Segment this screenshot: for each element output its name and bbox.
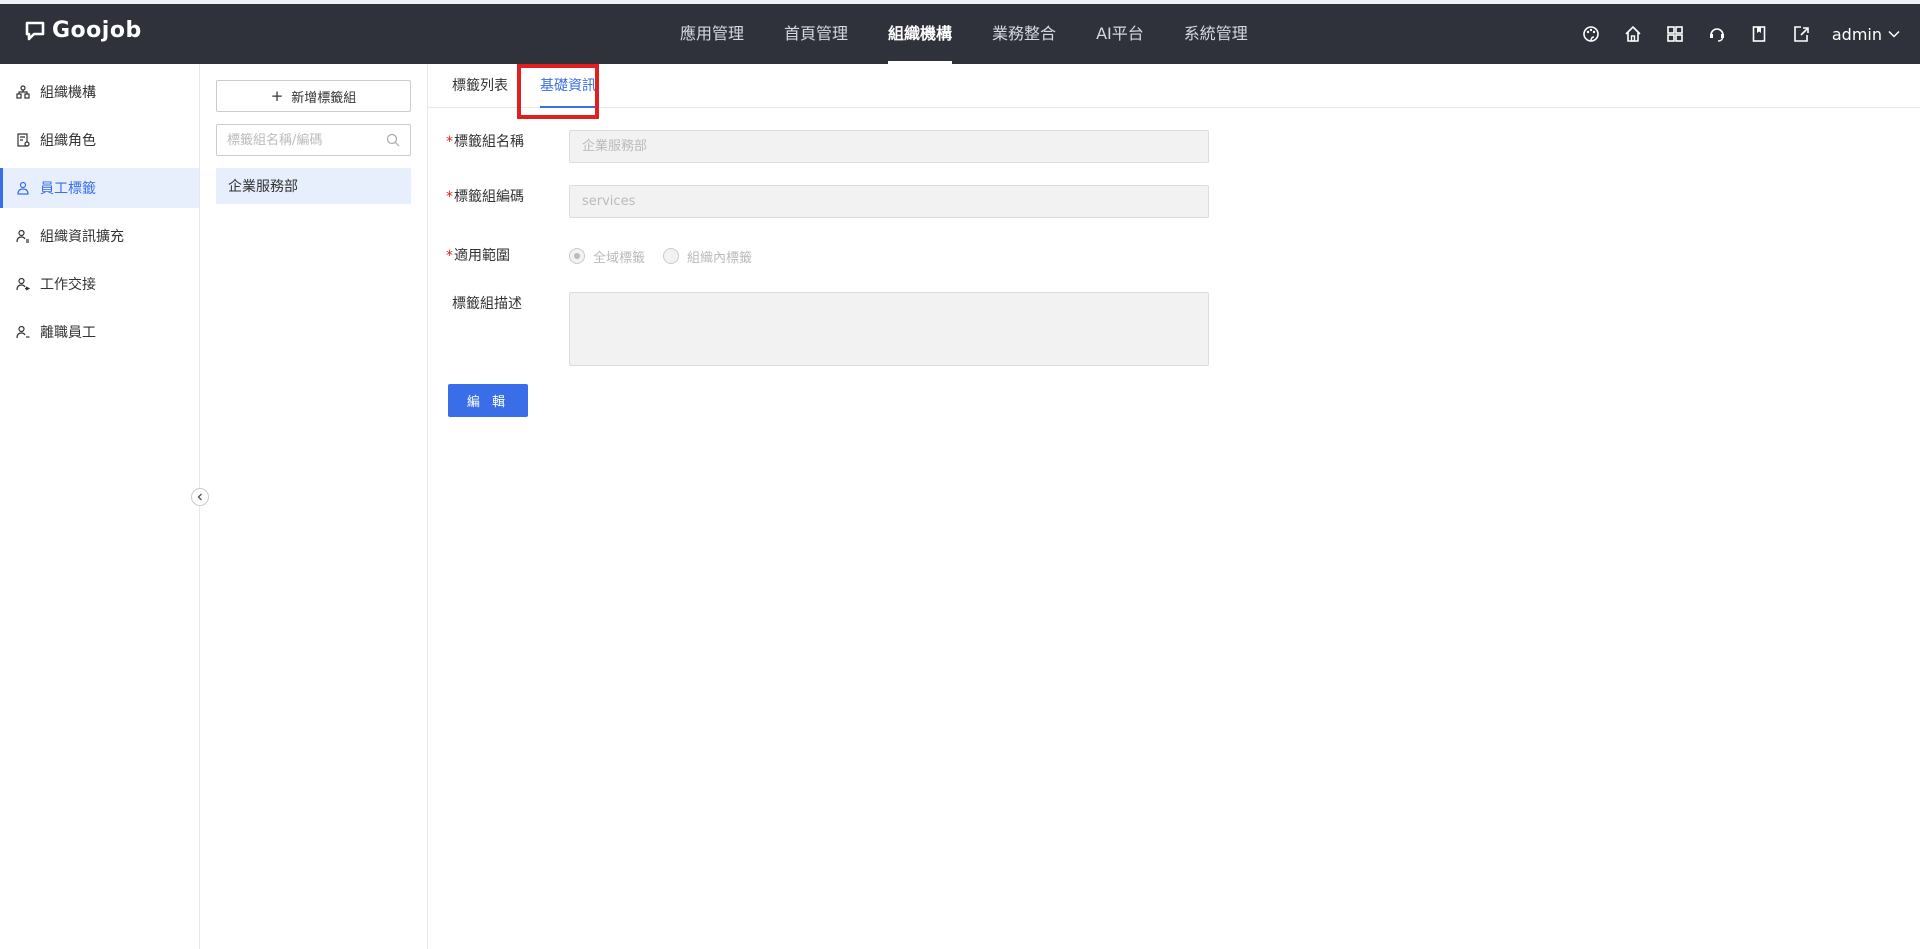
- chevron-down-icon: [1888, 30, 1900, 38]
- sidebar-item-employee-tags[interactable]: 員工標籤: [0, 168, 199, 208]
- logo-text: Goojob: [52, 18, 142, 43]
- add-tag-group-label: 新增標籤組: [291, 90, 357, 106]
- sidebar-item-label: 組織機構: [40, 85, 96, 101]
- username: admin: [1831, 24, 1882, 44]
- label-text: 適用範圍: [454, 248, 510, 264]
- edit-button[interactable]: 編 輯: [448, 384, 528, 417]
- search-icon[interactable]: [386, 133, 400, 147]
- form-label-scope: *適用範圍: [444, 244, 569, 268]
- label-text: 標籤組名稱: [454, 134, 524, 150]
- tab-basic-info[interactable]: 基礎資訊: [540, 64, 596, 108]
- chevron-left-icon: [197, 493, 202, 501]
- sidebar-item-label: 工作交接: [40, 277, 96, 293]
- top-icons: admin: [1560, 4, 1900, 64]
- user-leave-icon: [16, 325, 30, 339]
- palette-icon[interactable]: [1580, 23, 1602, 45]
- radio-unchecked-icon: [663, 248, 680, 264]
- sidebar-item-organization[interactable]: 組織機構: [0, 72, 199, 112]
- sidebar-item-work-handover[interactable]: 工作交接: [0, 264, 199, 304]
- top-navigation-bar: Goojob 應用管理 首頁管理 組織機構 業務整合 AI平台 系統管理 adm…: [0, 0, 1920, 64]
- required-mark: *: [446, 248, 453, 264]
- nav-item-organization[interactable]: 組織機構: [868, 4, 972, 64]
- plus-icon: +: [270, 87, 284, 105]
- label-text: 標籤組編碼: [454, 189, 524, 205]
- sidebar: 組織機構 組織角色 員工標籤 組織資訊擴充 工作交接 離職員工: [0, 64, 200, 949]
- logo[interactable]: Goojob: [24, 18, 142, 43]
- user-menu[interactable]: admin: [1832, 25, 1900, 44]
- form-row-code: *標籤組編碼 services: [444, 185, 1209, 218]
- sidebar-item-label: 組織角色: [40, 133, 96, 149]
- nav-item-homepage-management[interactable]: 首頁管理: [764, 4, 868, 64]
- form-label-description: 標籤組描述: [452, 296, 522, 312]
- form-row-name: *標籤組名稱 企業服務部: [444, 130, 1209, 163]
- tag-group-item[interactable]: 企業服務部: [216, 168, 411, 204]
- export-icon[interactable]: [1790, 23, 1812, 45]
- radio-label: 全域標籤: [593, 250, 646, 266]
- radio-checked-icon: [569, 248, 585, 264]
- tag-group-code-field[interactable]: services: [569, 185, 1209, 218]
- scope-radio-group: 全域標籤 組織內標籤: [569, 244, 770, 268]
- tag-group-search: [216, 124, 411, 156]
- role-doc-icon: [17, 133, 30, 147]
- apps-grid-icon[interactable]: [1664, 23, 1686, 45]
- tag-group-panel: + 新增標籤組 企業服務部: [200, 64, 428, 949]
- tag-group-search-input[interactable]: [227, 132, 386, 148]
- logo-chat-icon: [25, 21, 45, 40]
- sidebar-item-label: 組織資訊擴充: [40, 229, 124, 245]
- nav-item-business-integration[interactable]: 業務整合: [972, 4, 1076, 64]
- user-handover-icon: [16, 277, 30, 291]
- main-nav: 應用管理 首頁管理 組織機構 業務整合 AI平台 系統管理: [660, 4, 1268, 64]
- sidebar-item-resigned-employees[interactable]: 離職員工: [0, 312, 199, 352]
- tab-tag-list[interactable]: 標籤列表: [452, 64, 508, 108]
- nav-item-ai-platform[interactable]: AI平台: [1076, 4, 1164, 64]
- add-tag-group-button[interactable]: + 新增標籤組: [216, 80, 411, 112]
- sidebar-item-label: 離職員工: [40, 325, 96, 341]
- main-content: 標籤列表 基礎資訊 *標籤組名稱 企業服務部 *標籤組編碼 services *…: [428, 64, 1920, 949]
- required-mark: *: [446, 134, 453, 150]
- sidebar-item-org-roles[interactable]: 組織角色: [0, 120, 199, 160]
- tabs: 標籤列表 基礎資訊: [428, 64, 1920, 108]
- home-icon[interactable]: [1622, 23, 1644, 45]
- nav-item-system-management[interactable]: 系統管理: [1164, 4, 1268, 64]
- sidebar-item-label: 員工標籤: [40, 181, 96, 197]
- sidebar-collapse-button[interactable]: [191, 488, 209, 506]
- scope-radio-global[interactable]: 全域標籤: [569, 247, 645, 266]
- org-tree-icon: [16, 85, 30, 99]
- form-row-scope: *適用範圍 全域標籤 組織內標籤: [444, 244, 770, 268]
- sidebar-item-org-info-extension[interactable]: 組織資訊擴充: [0, 216, 199, 256]
- form-label-code: *標籤組編碼: [444, 185, 569, 209]
- bookmark-icon[interactable]: [1748, 23, 1770, 45]
- form-label-name: *標籤組名稱: [444, 130, 569, 154]
- employee-tag-icon: [17, 181, 29, 195]
- required-mark: *: [446, 189, 453, 205]
- support-icon[interactable]: [1706, 23, 1728, 45]
- scope-radio-organization[interactable]: 組織內標籤: [663, 247, 752, 266]
- nav-item-app-management[interactable]: 應用管理: [660, 4, 764, 64]
- tag-group-name-field[interactable]: 企業服務部: [569, 130, 1209, 163]
- tag-group-description-field[interactable]: [569, 292, 1209, 366]
- form-row-description: 標籤組描述: [444, 292, 1209, 366]
- user-extend-icon: [16, 229, 29, 243]
- radio-label: 組織內標籤: [687, 250, 753, 266]
